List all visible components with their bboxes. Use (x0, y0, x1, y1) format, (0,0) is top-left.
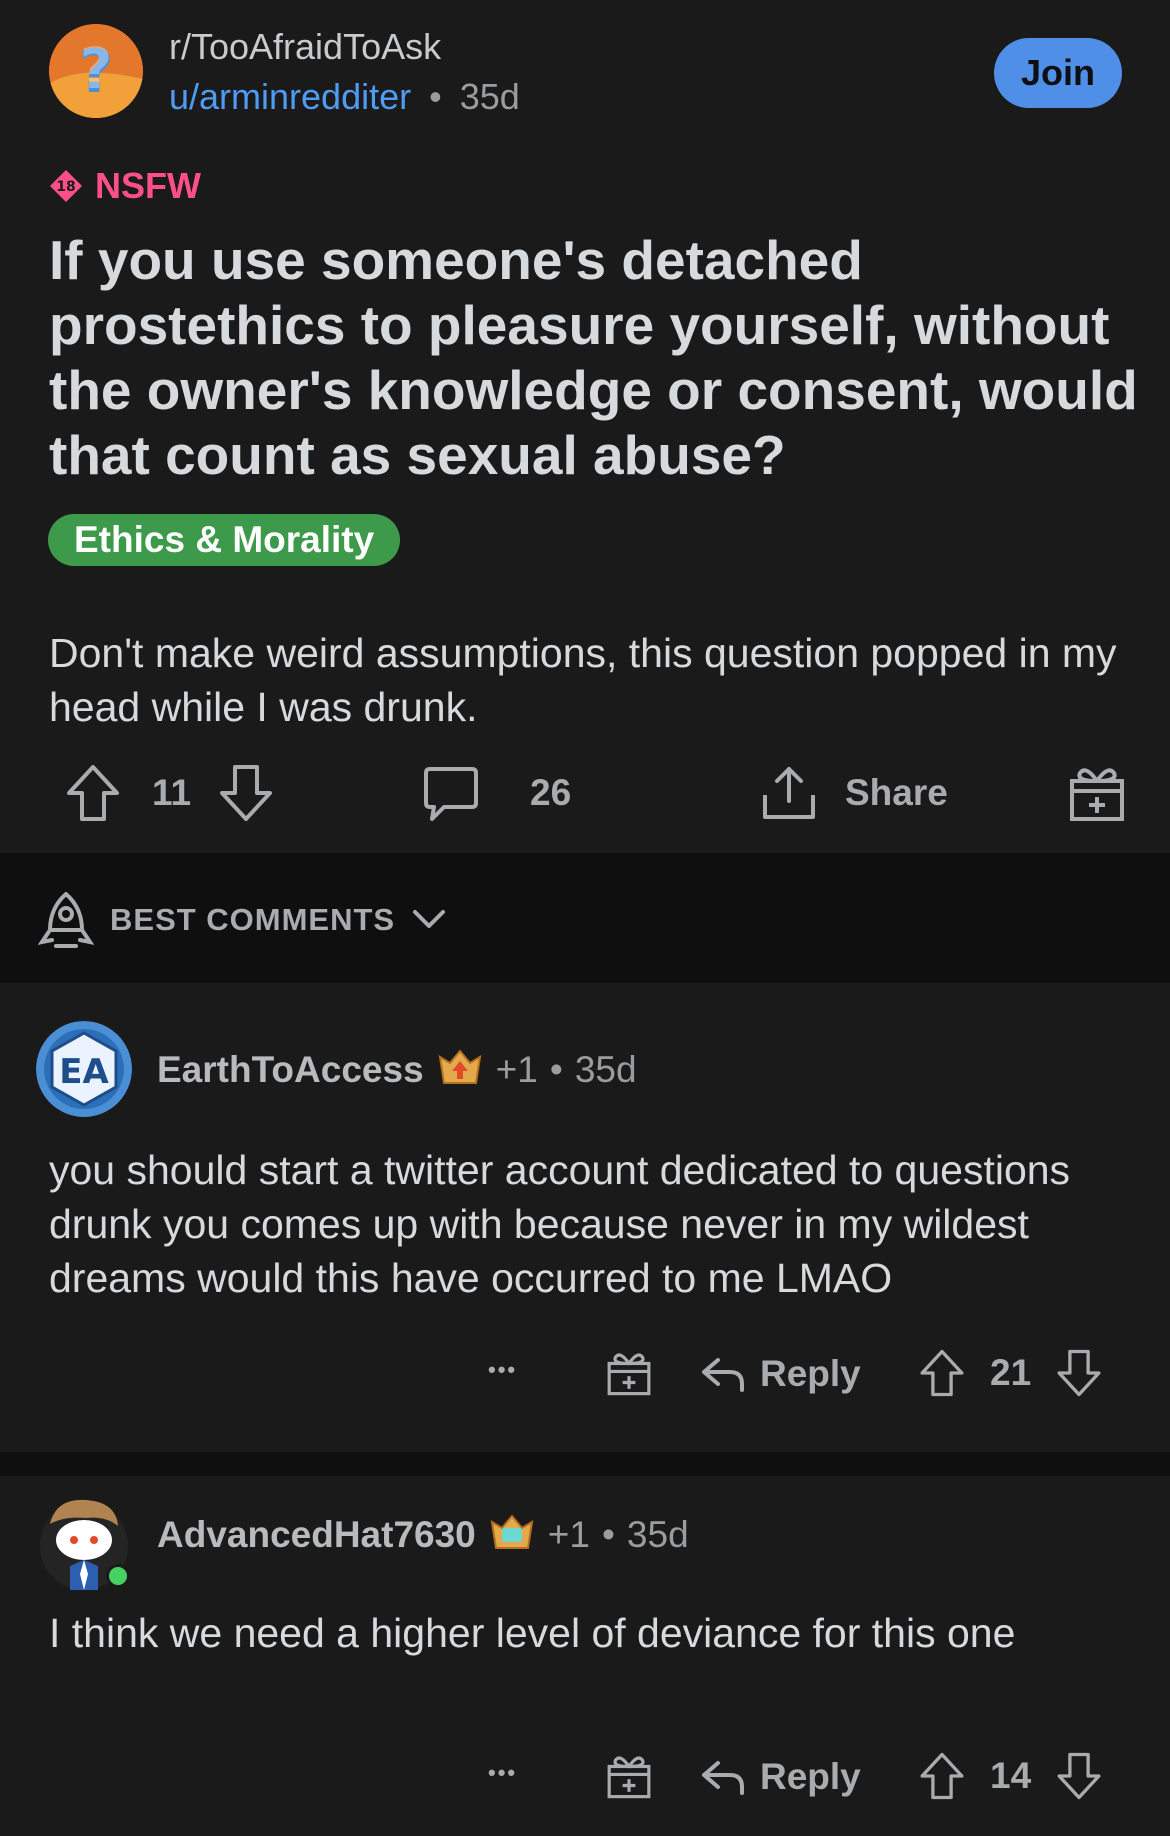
upvote-icon[interactable] (918, 1750, 966, 1802)
upvote-icon[interactable] (64, 763, 122, 823)
comment-header: AdvancedHat7630 +1 • 35d (157, 1514, 689, 1556)
comment-separator: • (549, 1049, 563, 1090)
post-flair[interactable]: Ethics & Morality (48, 514, 401, 566)
join-button[interactable]: Join (994, 38, 1122, 108)
share-label: Share (845, 772, 948, 813)
comment-karma: +1 (495, 1049, 538, 1090)
post-body: Don't make weird assumptions, this quest… (49, 630, 1117, 730)
post-card: ? ? r/TooAfraidToAsk u/arminredditer • 3… (0, 0, 1170, 853)
post-vote-group: 11 (64, 763, 275, 823)
comment-karma: +1 (547, 1514, 590, 1555)
award-button[interactable] (606, 1349, 652, 1397)
share-icon (759, 763, 819, 823)
comment: AdvancedHat7630 +1 • 35d I think we need… (0, 1476, 1170, 1836)
online-status-icon (106, 1564, 130, 1588)
more-button[interactable]: ••• (488, 1357, 517, 1383)
nsfw-badge-text: 18 (56, 179, 75, 195)
post-meta: u/arminredditer • 35d (169, 76, 520, 118)
reply-button[interactable]: Reply (700, 1353, 861, 1395)
comment-actions: ••• Reply 21 (0, 1343, 1170, 1413)
post-author[interactable]: u/arminredditer (169, 76, 411, 117)
award-icon (606, 1752, 652, 1800)
comment-vote-group: 21 (918, 1347, 1103, 1399)
reply-icon (700, 1757, 746, 1797)
post-vote-count: 11 (152, 772, 192, 813)
upvote-icon[interactable] (918, 1347, 966, 1399)
reply-button[interactable]: Reply (700, 1756, 861, 1798)
sort-rocket-icon (38, 890, 94, 950)
award-icon (1068, 763, 1126, 823)
comment-body: you should start a twitter account dedic… (49, 1147, 1071, 1301)
more-icon: ••• (488, 1357, 518, 1382)
downvote-icon[interactable] (217, 763, 275, 823)
award-icon (606, 1349, 652, 1397)
svg-text:EA: EA (59, 1052, 109, 1092)
comment: EA EarthToAccess +1 • 35d you should sta… (0, 983, 1170, 1452)
comment-header: EarthToAccess +1 • 35d (157, 1049, 637, 1091)
comment-actions: ••• Reply 14 (0, 1746, 1170, 1816)
downvote-icon[interactable] (1055, 1750, 1103, 1802)
meta-separator: • (429, 76, 442, 117)
comment-age: 35d (574, 1049, 637, 1090)
post-age: 35d (459, 76, 520, 117)
comment-divider (0, 1452, 1170, 1476)
subreddit-name[interactable]: r/TooAfraidToAsk (169, 26, 441, 68)
achievement-badge-icon (436, 1049, 484, 1091)
award-button[interactable] (1068, 763, 1126, 823)
reply-label: Reply (760, 1353, 861, 1394)
comment-vote-group: 14 (918, 1750, 1103, 1802)
comment-count: 26 (530, 772, 572, 813)
more-button[interactable]: ••• (488, 1760, 517, 1786)
nsfw-18-icon: 18 (49, 169, 83, 203)
comment-author[interactable]: EarthToAccess (157, 1049, 424, 1091)
reply-label: Reply (760, 1756, 861, 1797)
post-title[interactable]: If you use someone's detached prostethic… (49, 228, 1139, 488)
comment-vote-count: 21 (990, 1352, 1032, 1393)
comment-separator: • (601, 1514, 615, 1555)
avatar[interactable]: EA (36, 1021, 132, 1117)
achievement-badge-icon (488, 1514, 536, 1556)
comment-author[interactable]: AdvancedHat7630 (157, 1514, 476, 1556)
comment-sort[interactable]: BEST COMMENTS (38, 890, 447, 950)
comment-vote-count: 14 (990, 1755, 1032, 1796)
comment-icon (422, 763, 480, 823)
comment-age: 35d (626, 1514, 689, 1555)
reply-icon (700, 1354, 746, 1394)
sort-label: BEST COMMENTS (110, 902, 396, 937)
nsfw-tag: 18 NSFW (49, 165, 201, 207)
post-actions: 11 26 Share (0, 755, 1170, 835)
comments-button[interactable]: 26 (422, 763, 571, 823)
downvote-icon[interactable] (1055, 1347, 1103, 1399)
award-button[interactable] (606, 1752, 652, 1800)
chevron-down-icon (411, 908, 447, 932)
avatar[interactable] (36, 1494, 132, 1590)
svg-text:?: ? (80, 37, 112, 102)
subreddit-avatar[interactable]: ? ? (49, 24, 143, 118)
more-icon: ••• (488, 1760, 518, 1785)
comment-body: I think we need a higher level of devian… (49, 1610, 1016, 1656)
share-button[interactable]: Share (759, 763, 948, 823)
nsfw-label: NSFW (95, 165, 201, 206)
